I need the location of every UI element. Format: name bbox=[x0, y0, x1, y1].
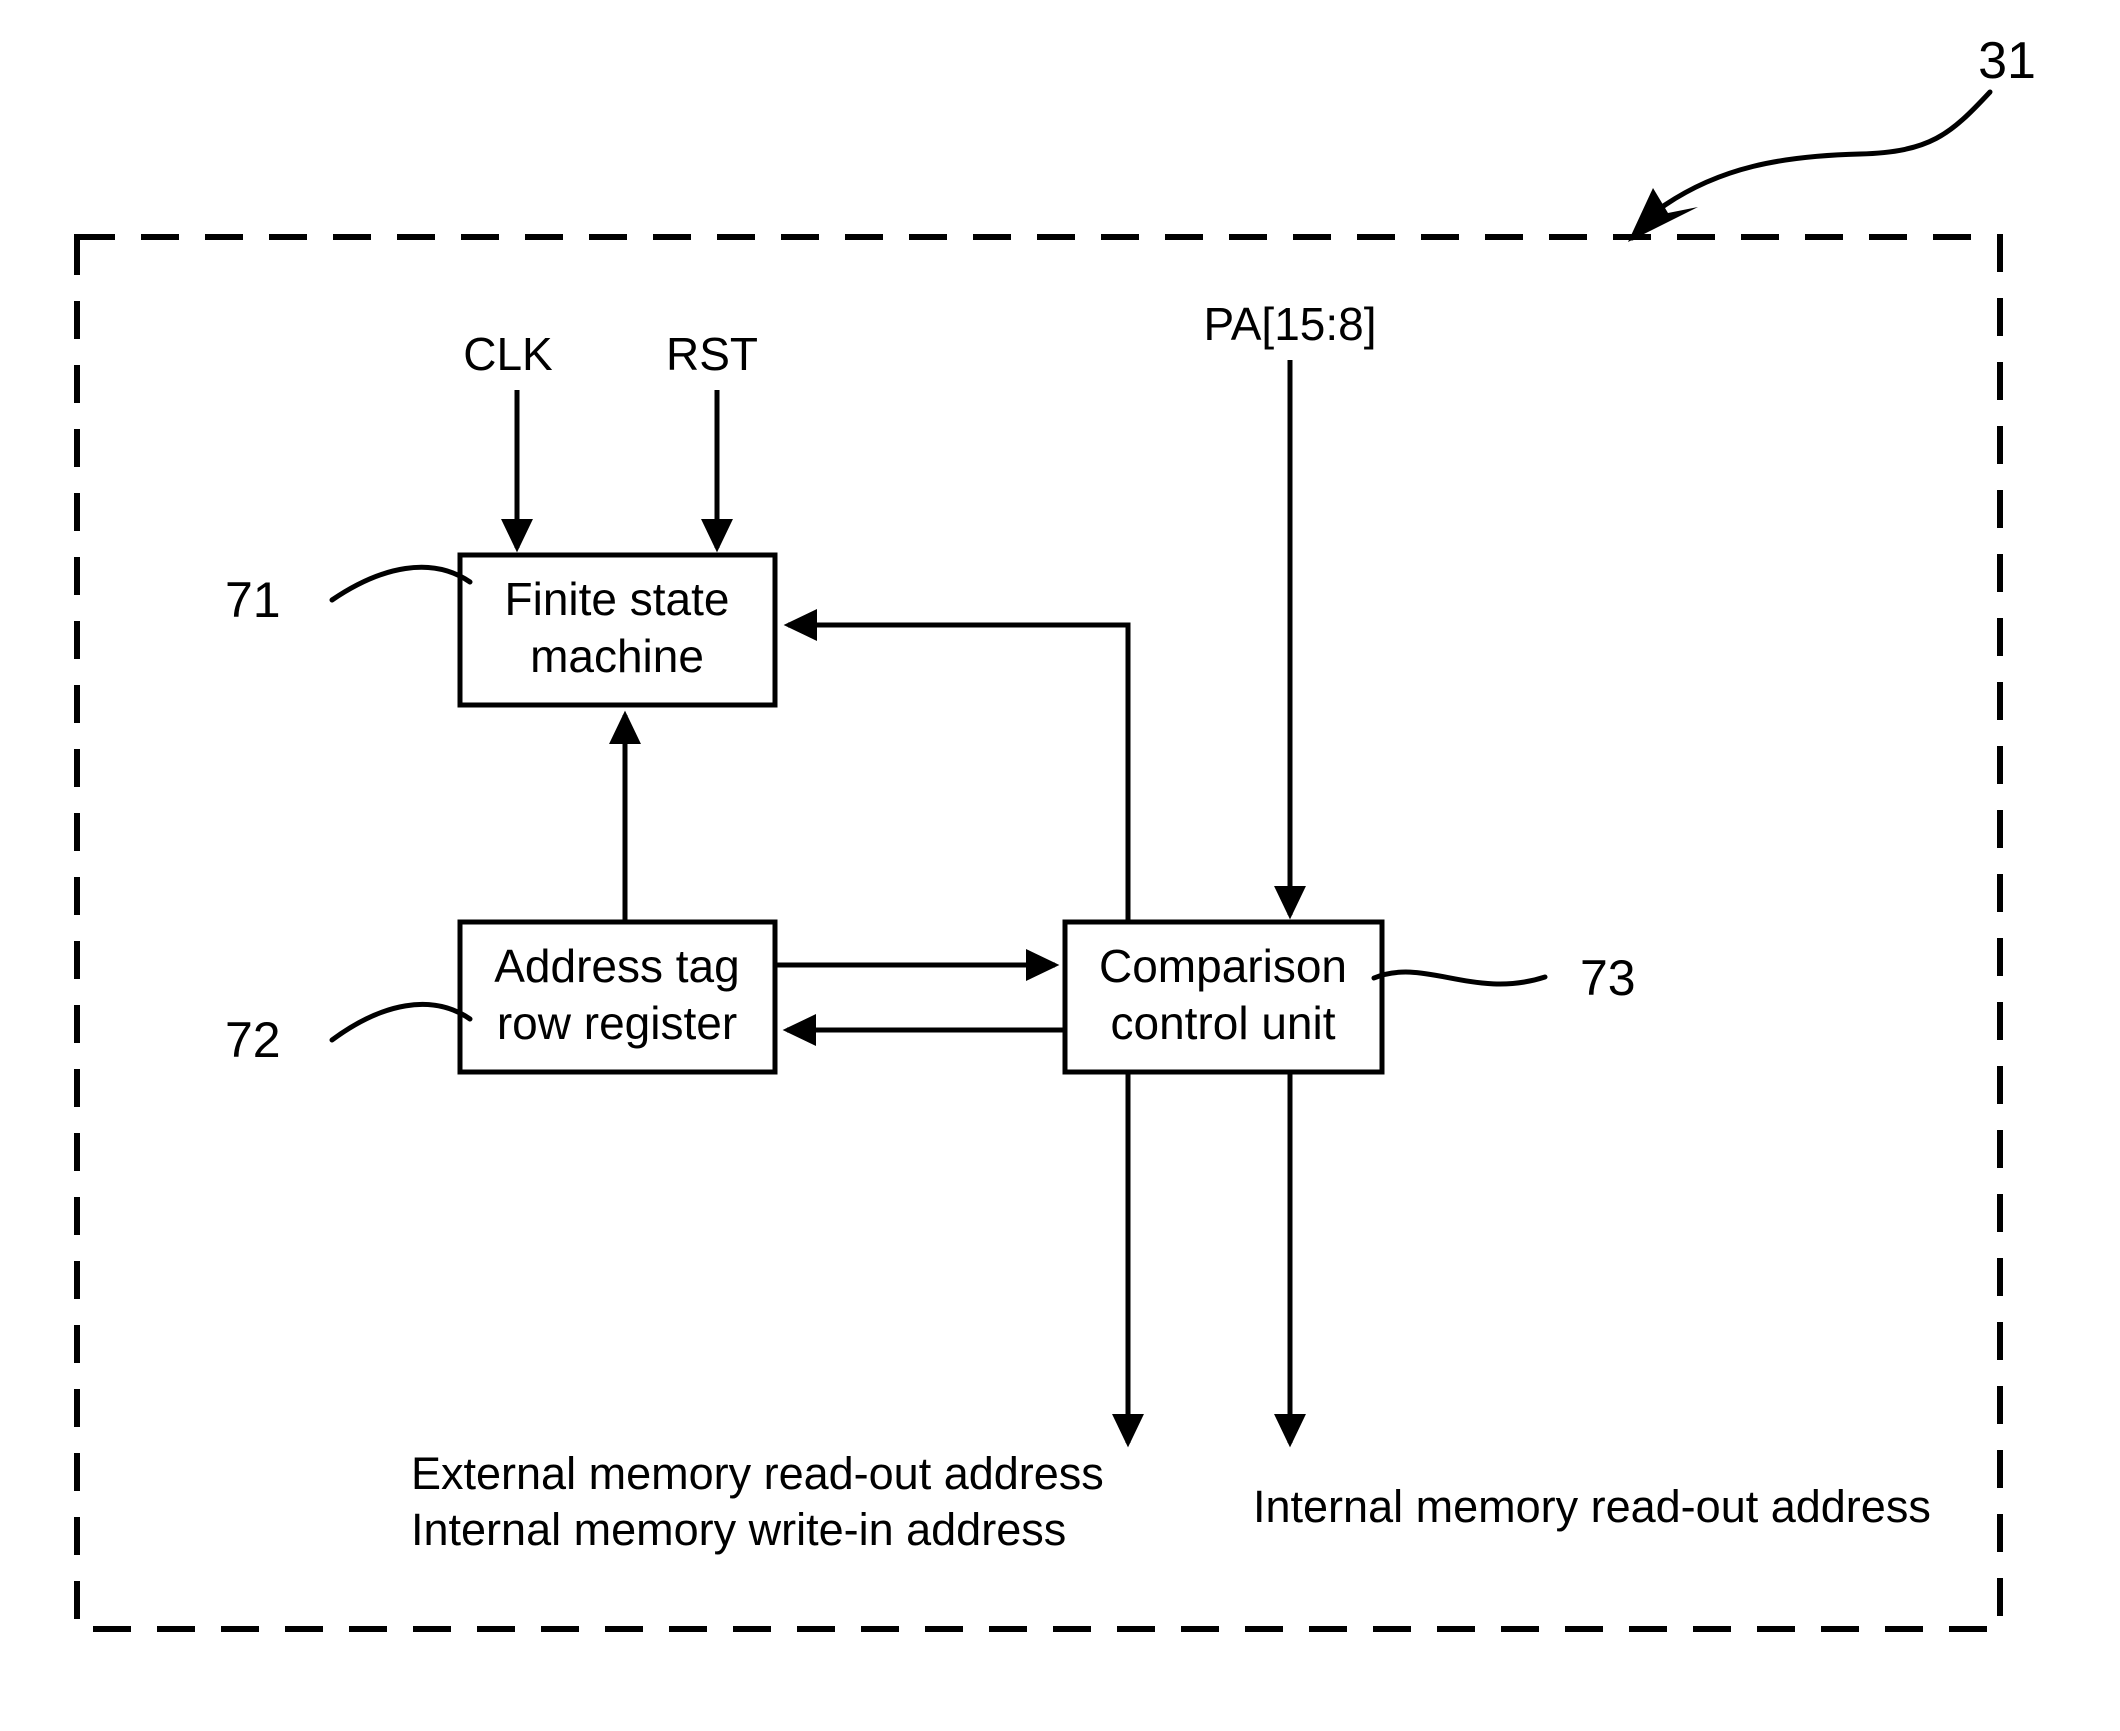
reference-numeral-73: 73 bbox=[1580, 950, 1636, 1006]
reference-numeral-72: 72 bbox=[225, 1012, 281, 1068]
connector-comparison-to-fsm bbox=[783, 608, 1131, 920]
reference-numeral-31: 31 bbox=[1978, 32, 2036, 90]
block-diagram: 31 CLK RST PA[15:8] Finite state machine… bbox=[74, 32, 2036, 1632]
block-label-register-line1: Address tag bbox=[494, 940, 739, 992]
block-label-comparison-line1: Comparison bbox=[1099, 940, 1347, 992]
module-enclosure-31 bbox=[74, 234, 2003, 1632]
leader-line-31 bbox=[1629, 89, 1993, 241]
output-label-internal-read: Internal memory read-out address bbox=[1253, 1481, 1931, 1532]
block-label-fsm-line2: machine bbox=[530, 630, 704, 682]
block-label-register-line2: row register bbox=[497, 997, 737, 1049]
leader-line-73 bbox=[1371, 969, 1548, 987]
diagram-canvas: 31 CLK RST PA[15:8] Finite state machine… bbox=[0, 0, 2120, 1731]
leader-arrowhead-31 bbox=[1628, 188, 1698, 242]
output-label-internal-write-line2: Internal memory write-in address bbox=[411, 1504, 1066, 1555]
leader-line-71 bbox=[329, 564, 473, 603]
input-signal-label-rst: RST bbox=[666, 328, 758, 380]
output-label-external-read-line1: External memory read-out address bbox=[411, 1448, 1104, 1499]
leader-line-72 bbox=[329, 1001, 473, 1043]
block-label-fsm-line1: Finite state bbox=[505, 573, 730, 625]
input-signal-label-pa: PA[15:8] bbox=[1203, 298, 1376, 350]
input-signal-label-clk: CLK bbox=[463, 328, 553, 380]
block-label-comparison-line2: control unit bbox=[1110, 997, 1335, 1049]
reference-numeral-71: 71 bbox=[225, 572, 281, 628]
